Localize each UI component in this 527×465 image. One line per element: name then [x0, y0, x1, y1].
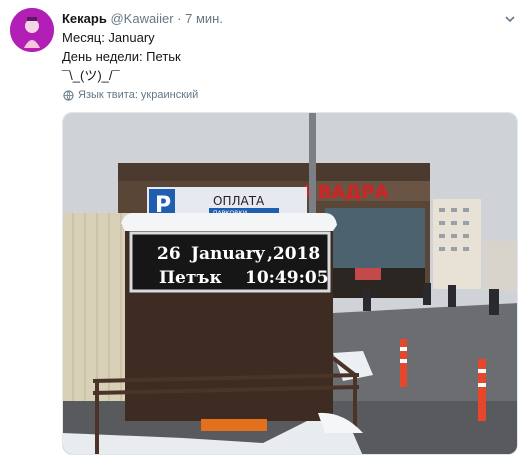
globe-icon	[63, 89, 74, 101]
led-month: January	[189, 244, 266, 264]
caret-down-icon[interactable]	[503, 12, 517, 26]
tweet-line-shrug: ¯\_(ツ)_/¯	[62, 68, 120, 83]
tweet: Кекарь @Kawaiier · 7 мин. Месяц: January…	[0, 0, 527, 465]
tweet-line-month: Месяц: January	[62, 30, 155, 45]
tweet-time[interactable]: 7 мин.	[185, 11, 223, 26]
author-name[interactable]: Кекарь	[62, 11, 107, 26]
led-time: 10:49:05	[245, 268, 329, 288]
separator-dot: ·	[177, 11, 182, 26]
avatar[interactable]	[10, 8, 54, 52]
led-weekday: Петък	[159, 268, 222, 288]
tweet-language[interactable]: Язык твита: украинский	[63, 88, 198, 102]
author-handle[interactable]: @Kawaiier	[110, 11, 173, 26]
led-day: 26	[157, 244, 181, 264]
tweet-photo[interactable]: КВАДРА P ОПЛАТА ПАРКОВКИ	[62, 112, 518, 455]
tweet-header: Кекарь @Kawaiier · 7 мин.	[62, 10, 517, 28]
language-label: Язык твита: украинский	[78, 89, 199, 101]
tweet-text: Месяц: January День недели: Петьк ¯\_(ツ)…	[62, 28, 181, 85]
led-year: ,2018	[267, 244, 320, 264]
parking-sign-text: ОПЛАТА	[213, 194, 265, 208]
tweet-line-weekday: День недели: Петьк	[62, 49, 181, 64]
